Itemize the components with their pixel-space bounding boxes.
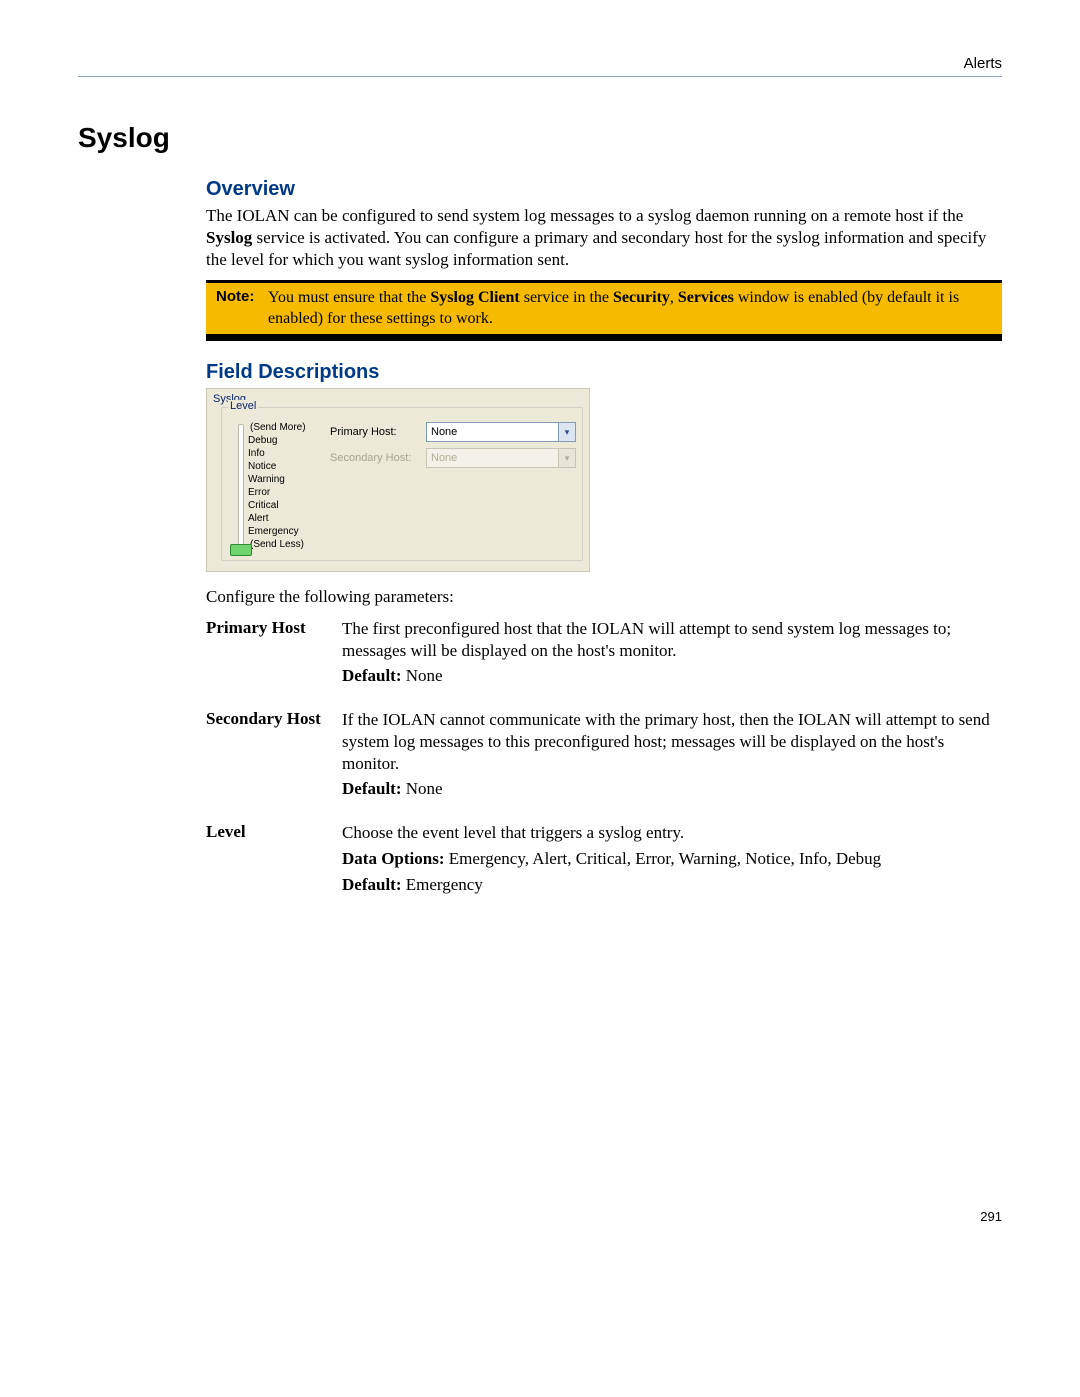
param-def: Choose the event level that triggers a s… (342, 822, 1002, 899)
page-title: Syslog (78, 122, 1002, 154)
primary-host-select[interactable]: None ▾ (426, 422, 576, 442)
level-option: Debug (250, 435, 324, 446)
note-body: You must ensure that the Syslog Client s… (268, 288, 992, 329)
chevron-down-icon: ▾ (558, 423, 575, 441)
breadcrumb: Alerts (964, 55, 1002, 72)
level-slider[interactable]: (Send More) Debug Info Notice Warning Er… (228, 422, 324, 552)
param-term: Primary Host (206, 618, 342, 691)
param-def: If the IOLAN cannot communicate with the… (342, 709, 1002, 804)
secondary-host-select: None ▾ (426, 448, 576, 468)
note-label: Note: (216, 288, 268, 329)
level-option: Critical (250, 500, 324, 511)
overview-heading: Overview (206, 178, 1002, 201)
send-less-label: (Send Less) (250, 539, 324, 550)
send-more-label: (Send More) (250, 422, 324, 433)
param-term: Secondary Host (206, 709, 342, 804)
divider (78, 76, 1002, 77)
level-option: Error (250, 487, 324, 498)
page-number: 291 (78, 1209, 1002, 1224)
level-option: Emergency (250, 526, 324, 537)
param-row-secondary-host: Secondary Host If the IOLAN cannot commu… (206, 709, 1002, 804)
syslog-config-panel: Syslog Level (Send More) Debug Info Noti… (206, 388, 590, 572)
level-option: Alert (250, 513, 324, 524)
note-box: Note: You must ensure that the Syslog Cl… (206, 280, 1002, 341)
param-row-level: Level Choose the event level that trigge… (206, 822, 1002, 899)
panel-outer-label: Syslog (213, 393, 583, 405)
chevron-down-icon: ▾ (558, 449, 575, 467)
primary-host-label: Primary Host: (330, 426, 418, 438)
config-intro: Configure the following parameters: (206, 586, 1002, 608)
field-descriptions-heading: Field Descriptions (206, 361, 1002, 384)
param-def: The first preconfigured host that the IO… (342, 618, 1002, 691)
secondary-host-value: None (431, 452, 457, 464)
level-group: Level (Send More) Debug Info Notice Warn… (221, 407, 583, 561)
level-group-legend: Level (228, 400, 258, 412)
primary-host-value: None (431, 426, 457, 438)
slider-thumb[interactable] (230, 544, 252, 556)
slider-track (238, 424, 244, 550)
param-term: Level (206, 822, 342, 899)
param-row-primary-host: Primary Host The first preconfigured hos… (206, 618, 1002, 691)
level-option: Notice (250, 461, 324, 472)
overview-paragraph: The IOLAN can be configured to send syst… (206, 205, 1002, 270)
secondary-host-label: Secondary Host: (330, 452, 418, 464)
level-option: Warning (250, 474, 324, 485)
level-option: Info (250, 448, 324, 459)
